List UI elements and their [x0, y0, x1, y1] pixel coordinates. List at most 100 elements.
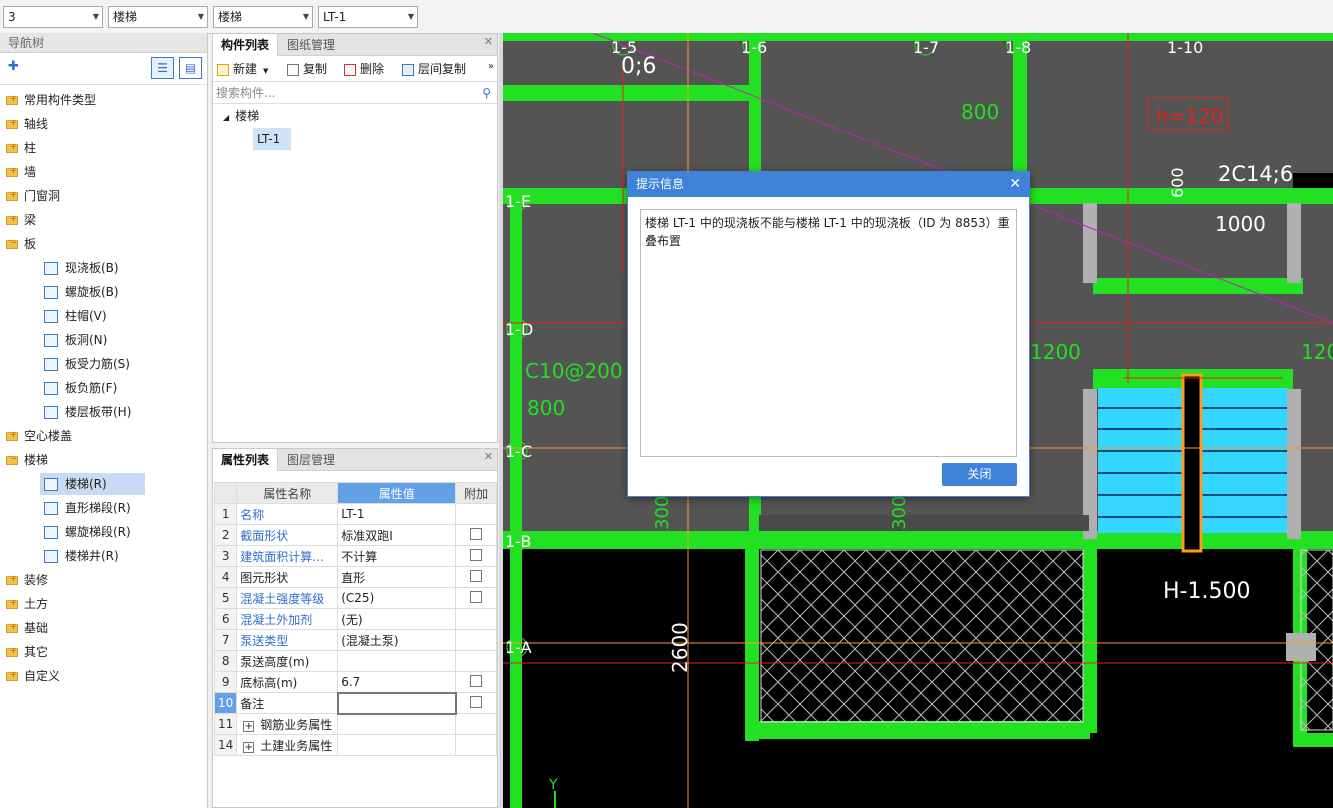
close-icon[interactable]: ✕	[484, 35, 493, 48]
chevron-down-icon: ▼	[407, 12, 414, 21]
property-value[interactable]: 标准双跑I	[337, 524, 457, 546]
nav-item[interactable]: + 土方	[6, 593, 48, 615]
nav-item[interactable]: + 墙	[6, 161, 36, 183]
property-row[interactable]: 8 泵送高度(m)	[213, 650, 497, 672]
axis-label: 1-D	[505, 320, 533, 339]
extra-checkbox[interactable]	[470, 674, 483, 687]
nav-item[interactable]: 楼梯井(R)	[40, 545, 119, 567]
nav-item[interactable]: + 门窗洞	[6, 185, 60, 207]
nav-item[interactable]: + 装修	[6, 569, 48, 591]
property-extra	[455, 734, 497, 756]
extra-checkbox[interactable]	[470, 590, 483, 603]
property-row[interactable]: 7 泵送类型 (混凝土泵)	[213, 629, 497, 651]
tab-layer-management[interactable]: 图层管理	[279, 449, 343, 471]
floor-copy-button[interactable]: 层间复制	[402, 60, 466, 78]
nav-item[interactable]: 楼梯(R)	[40, 473, 145, 495]
nav-item[interactable]: − 楼梯	[6, 449, 48, 471]
dim-label: 800	[961, 100, 999, 124]
property-row[interactable]: 10 备注	[213, 691, 497, 715]
extra-checkbox[interactable]	[470, 548, 483, 561]
tab-drawing-management[interactable]: 图纸管理	[279, 34, 343, 56]
tab-property-list[interactable]: 属性列表	[213, 449, 279, 471]
nav-item[interactable]: + 常用构件类型	[6, 89, 96, 111]
info-dialog: 提示信息 ✕ 楼梯 LT-1 中的现浇板不能与楼梯 LT-1 中的现浇板（ID …	[627, 171, 1030, 497]
property-row[interactable]: 2 截面形状 标准双跑I	[213, 524, 497, 546]
property-row[interactable]: 11 + 钢筋业务属性	[213, 713, 497, 735]
component-select-value: LT-1	[323, 10, 347, 24]
copy-button[interactable]: 复制	[287, 60, 327, 78]
property-value[interactable]: 不计算	[337, 545, 457, 567]
more-icon[interactable]: »	[488, 61, 494, 72]
close-icon[interactable]: ✕	[484, 450, 493, 463]
nav-item[interactable]: + 柱	[6, 137, 36, 159]
component-search[interactable]: 搜索构件... ⚲	[213, 82, 497, 104]
new-button[interactable]: 新建 ▼	[217, 60, 268, 78]
property-value[interactable]	[337, 713, 457, 735]
property-extra	[455, 650, 497, 672]
nav-item[interactable]: 螺旋梯段(R)	[40, 521, 131, 543]
detail-view-icon[interactable]: ▤	[179, 57, 202, 79]
extra-checkbox[interactable]	[470, 695, 483, 708]
search-input[interactable]: 搜索构件...	[216, 86, 275, 100]
nav-item[interactable]: 楼层板带(H)	[40, 401, 131, 423]
tree-item-lt1[interactable]: LT-1	[253, 128, 291, 150]
property-value[interactable]: (C25)	[337, 587, 457, 609]
component-icon	[44, 526, 58, 539]
nav-item[interactable]: 直形梯段(R)	[40, 497, 131, 519]
nav-item[interactable]: + 自定义	[6, 665, 60, 687]
property-value[interactable]: 直形	[337, 566, 457, 588]
row-number: 9	[213, 671, 238, 693]
property-name-label: 底标高(m)	[240, 675, 298, 690]
expand-icon[interactable]: +	[243, 741, 255, 753]
nav-item[interactable]: + 空心楼盖	[6, 425, 72, 447]
property-row[interactable]: 14 + 土建业务属性	[213, 734, 497, 756]
floor-select[interactable]: 3 ▼	[3, 6, 103, 28]
dialog-close-button[interactable]: 关闭	[942, 463, 1017, 486]
nav-item[interactable]: + 梁	[6, 209, 36, 231]
expand-icon[interactable]: +	[243, 720, 255, 732]
nav-item[interactable]: − 板	[6, 233, 36, 255]
search-icon[interactable]: ⚲	[482, 82, 491, 104]
property-row[interactable]: 6 混凝土外加剂 (无)	[213, 608, 497, 630]
extra-checkbox[interactable]	[470, 527, 483, 540]
tab-component-list[interactable]: 构件列表	[213, 34, 279, 56]
close-icon[interactable]: ✕	[1009, 172, 1021, 197]
list-view-icon[interactable]: ☰	[151, 57, 174, 79]
property-value[interactable]: LT-1	[337, 503, 457, 525]
property-value[interactable]	[337, 650, 457, 672]
property-row[interactable]: 3 建筑面积计算... 不计算	[213, 545, 497, 567]
collapse-triangle-icon[interactable]: ◢	[223, 113, 229, 122]
add-icon[interactable]: ✚	[8, 59, 19, 74]
property-row[interactable]: 9 底标高(m) 6.7	[213, 671, 497, 693]
property-value[interactable]	[336, 691, 457, 715]
copy-button-label: 复制	[303, 62, 328, 76]
nav-item[interactable]: + 其它	[6, 641, 48, 663]
property-row[interactable]: 1 名称 LT-1	[213, 503, 497, 525]
tree-root-stair[interactable]: ◢ 楼梯	[223, 106, 259, 128]
nav-item[interactable]: 现浇板(B)	[40, 257, 119, 279]
property-row[interactable]: 4 图元形状 直形	[213, 566, 497, 588]
nav-item[interactable]: + 轴线	[6, 113, 48, 135]
property-extra	[455, 503, 497, 525]
nav-item[interactable]: 板洞(N)	[40, 329, 107, 351]
nav-item[interactable]: 螺旋板(B)	[40, 281, 119, 303]
property-value[interactable]: (混凝土泵)	[337, 629, 457, 651]
property-value[interactable]: (无)	[337, 608, 457, 630]
nav-item[interactable]: 板负筋(F)	[40, 377, 117, 399]
property-name-label: 混凝土强度等级	[240, 591, 325, 606]
nav-item[interactable]: 柱帽(V)	[40, 305, 107, 327]
dim-label: 2600	[668, 622, 692, 673]
delete-button[interactable]: 删除	[344, 60, 384, 78]
property-name-label: 图元形状	[240, 570, 289, 585]
type-select[interactable]: 楼梯 ▼	[213, 6, 313, 28]
extra-checkbox[interactable]	[470, 569, 483, 582]
nav-item[interactable]: + 基础	[6, 617, 48, 639]
property-value[interactable]: 6.7	[337, 671, 457, 693]
property-value[interactable]	[337, 734, 457, 756]
nav-item-label: 柱帽(V)	[65, 309, 107, 323]
property-row[interactable]: 5 混凝土强度等级 (C25)	[213, 587, 497, 609]
nav-item[interactable]: 板受力筋(S)	[40, 353, 130, 375]
category-select[interactable]: 楼梯 ▼	[108, 6, 208, 28]
component-select[interactable]: LT-1 ▼	[318, 6, 418, 28]
expand-icon: +	[10, 142, 17, 151]
